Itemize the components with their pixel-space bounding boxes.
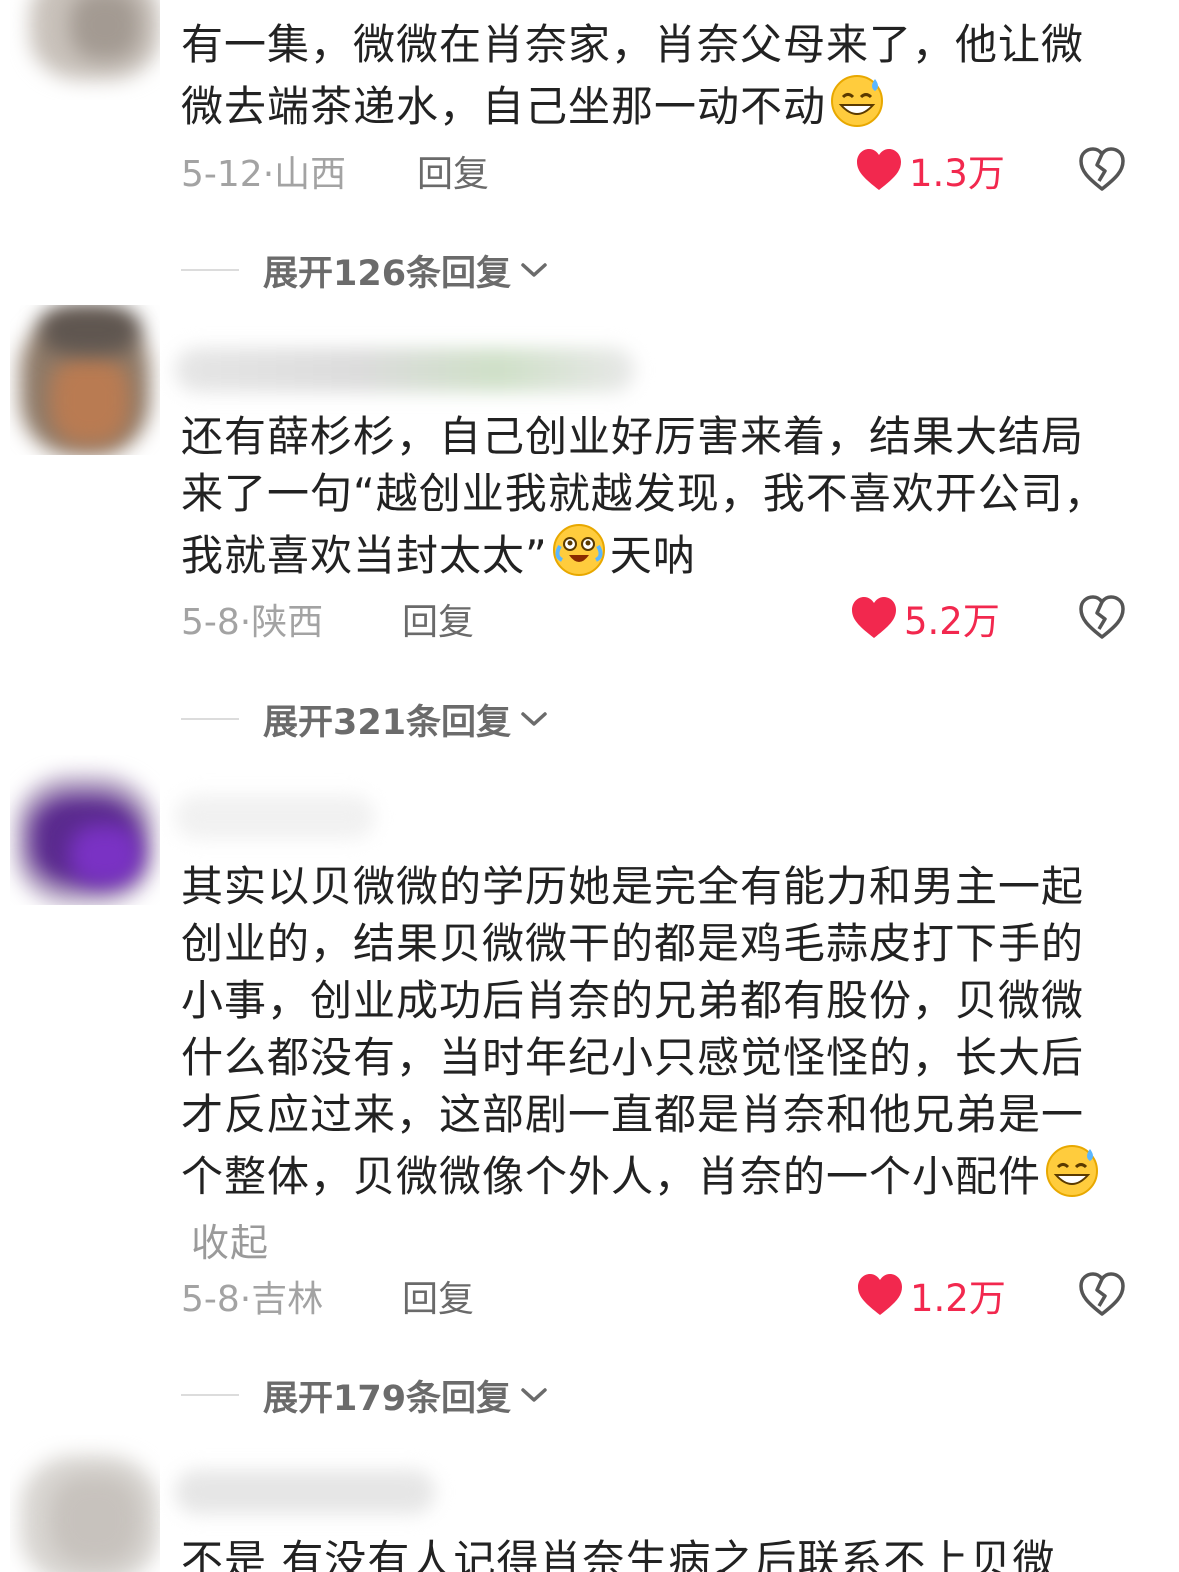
reply-button[interactable]: 回复 bbox=[417, 145, 489, 197]
divider bbox=[181, 269, 239, 271]
broken-heart-icon bbox=[1079, 1272, 1125, 1316]
dislike-button[interactable] bbox=[1077, 1270, 1127, 1320]
expand-replies-button[interactable]: 展开321条回复 bbox=[181, 694, 549, 744]
like-button[interactable]: 1.2万 bbox=[856, 1270, 1006, 1320]
comment-text: 还有薛杉杉，自己创业好厉害来着，结果大结局来了一句“越创业我就越发现，我不喜欢开… bbox=[181, 408, 1121, 592]
like-count: 1.3万 bbox=[909, 152, 1005, 195]
username[interactable] bbox=[175, 1470, 435, 1514]
comment-text: 不是 有没有人记得肖奈生病之后联系不上贝微 bbox=[181, 1536, 1056, 1572]
dislike-button[interactable] bbox=[1077, 593, 1127, 643]
heart-icon bbox=[858, 1274, 902, 1315]
username[interactable] bbox=[175, 348, 635, 392]
like-button[interactable]: 5.2万 bbox=[850, 593, 1000, 643]
tears-of-joy-emoji bbox=[551, 522, 607, 592]
chevron-down-icon bbox=[521, 1388, 547, 1402]
comment-text: 其实以贝微微的学历她是完全有能力和男主一起创业的，结果贝微微干的都是鸡毛蒜皮打下… bbox=[181, 858, 1121, 1272]
like-count: 1.2万 bbox=[910, 1277, 1006, 1320]
comment-text: 有一集，微微在肖奈家，肖奈父母来了，他让微微去端茶递水，自己坐那一动不动 bbox=[181, 16, 1121, 143]
dislike-button[interactable] bbox=[1077, 145, 1127, 195]
expand-replies-button[interactable]: 展开179条回复 bbox=[181, 1370, 549, 1420]
reply-button[interactable]: 回复 bbox=[402, 1270, 474, 1322]
avatar[interactable] bbox=[10, 755, 160, 905]
avatar[interactable] bbox=[10, 1435, 160, 1572]
username[interactable] bbox=[175, 795, 375, 839]
collapse-button[interactable]: 收起 bbox=[191, 1221, 269, 1265]
comment-date-location: 5-8·吉林 bbox=[181, 1279, 324, 1320]
avatar[interactable] bbox=[10, 305, 160, 455]
expand-replies-label: 展开179条回复 bbox=[263, 1378, 512, 1419]
chevron-down-icon bbox=[521, 263, 547, 277]
divider bbox=[181, 1394, 239, 1396]
comment-meta: 5-8·吉林 回复 bbox=[181, 1270, 474, 1320]
expand-replies-button[interactable]: 展开126条回复 bbox=[181, 245, 549, 295]
like-button[interactable]: 1.3万 bbox=[855, 145, 1005, 195]
comment-date-location: 5-12·山西 bbox=[181, 154, 347, 195]
avatar[interactable] bbox=[10, 0, 160, 100]
expand-replies-label: 展开321条回复 bbox=[263, 702, 512, 743]
comment-meta: 5-12·山西 回复 bbox=[181, 145, 489, 195]
chevron-down-icon bbox=[521, 712, 547, 726]
sweat-smile-emoji bbox=[1044, 1143, 1100, 1213]
sweat-smile-emoji bbox=[829, 73, 885, 143]
heart-icon bbox=[852, 597, 896, 638]
divider bbox=[181, 718, 239, 720]
comment-date-location: 5-8·陕西 bbox=[181, 602, 324, 643]
broken-heart-icon bbox=[1079, 147, 1125, 191]
heart-icon bbox=[857, 149, 901, 190]
reply-button[interactable]: 回复 bbox=[402, 593, 474, 645]
expand-replies-label: 展开126条回复 bbox=[263, 253, 512, 294]
broken-heart-icon bbox=[1079, 595, 1125, 639]
like-count: 5.2万 bbox=[904, 600, 1000, 643]
comment-meta: 5-8·陕西 回复 bbox=[181, 593, 474, 643]
